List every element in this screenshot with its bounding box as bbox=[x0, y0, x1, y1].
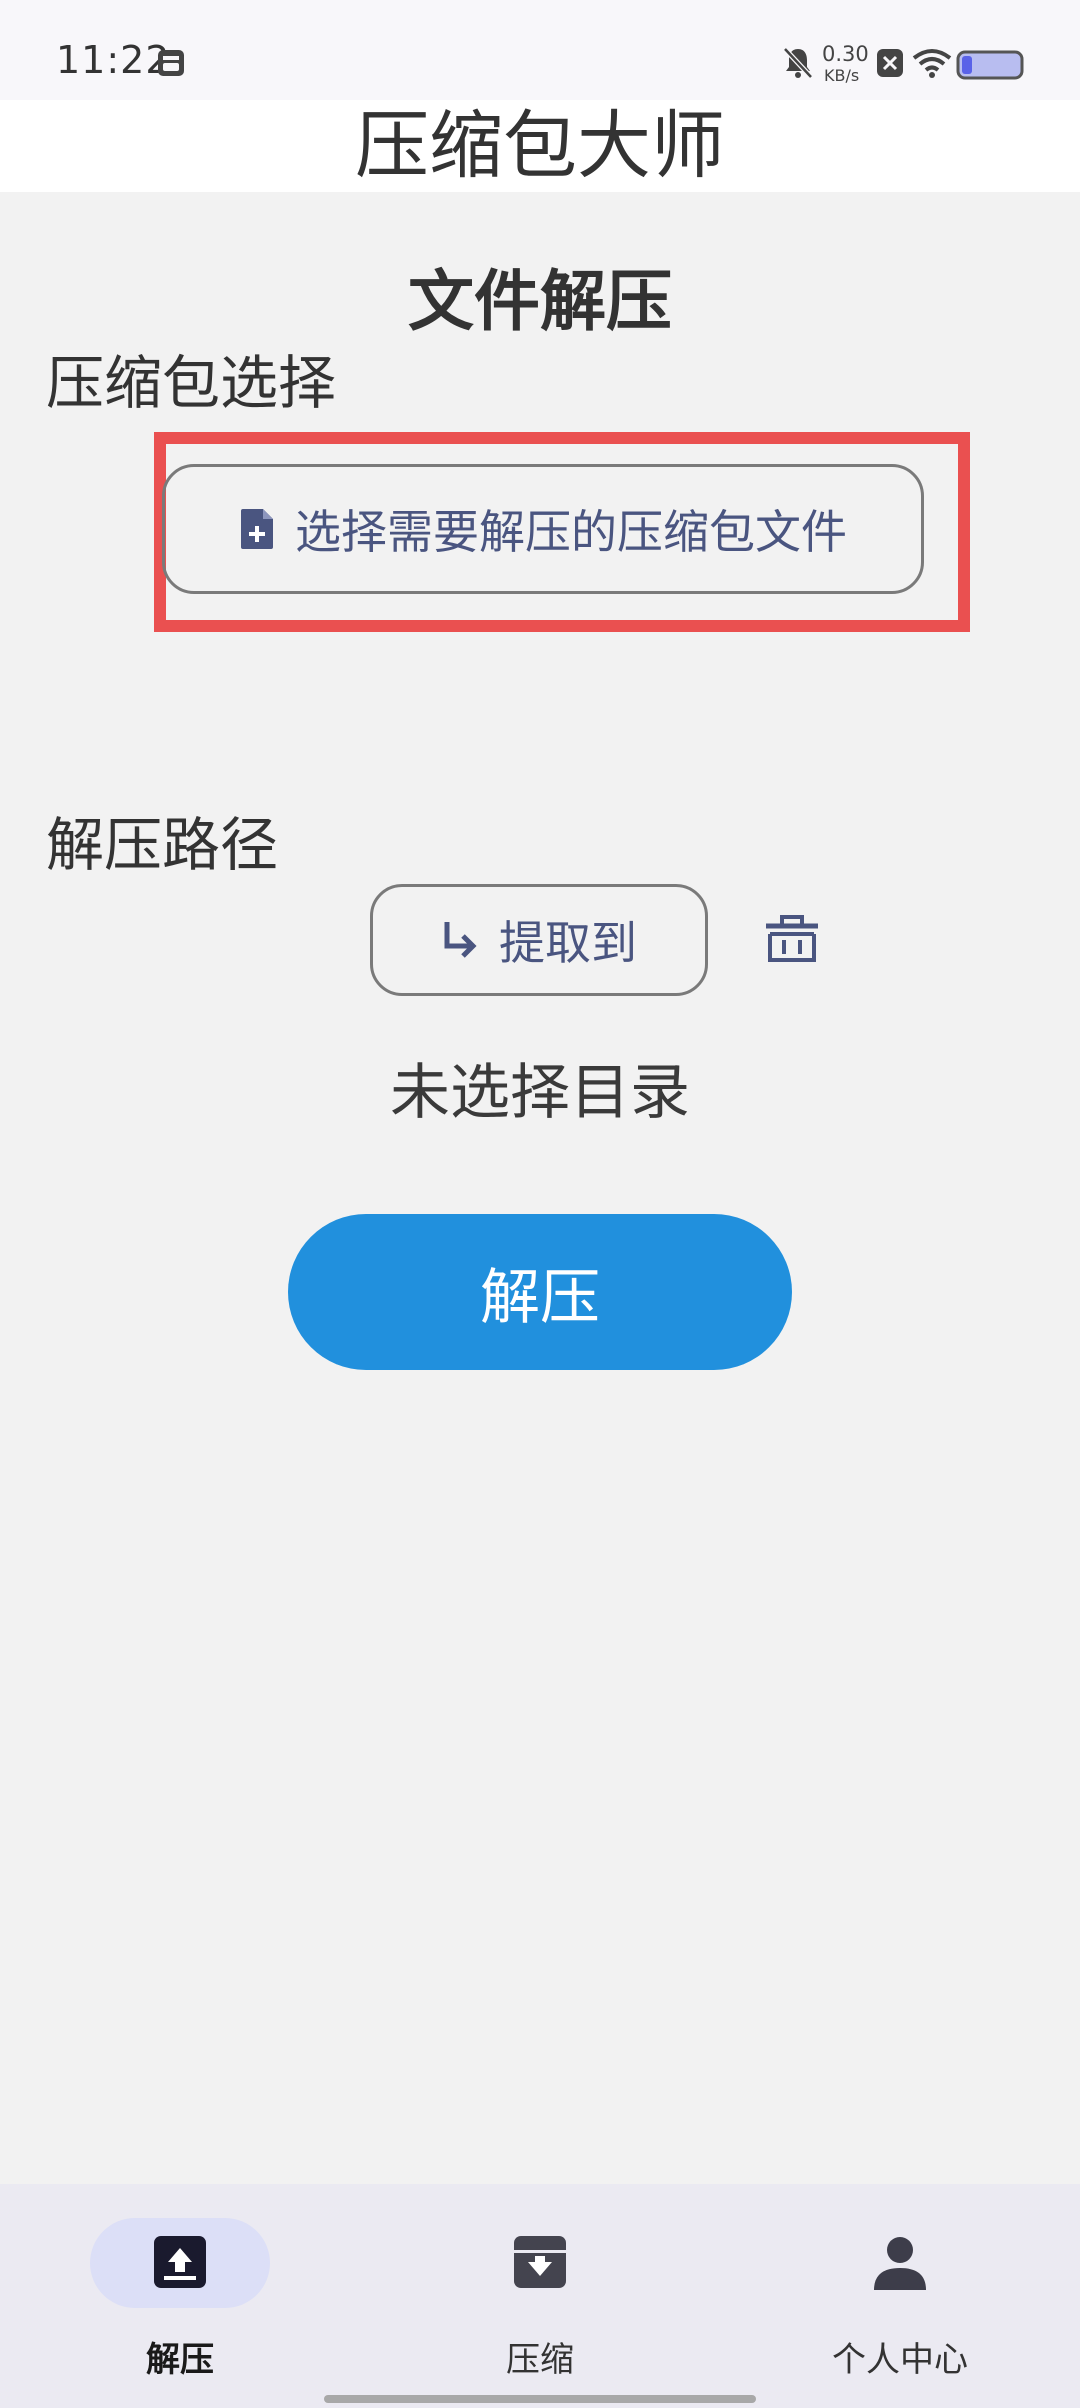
person-icon bbox=[874, 2237, 926, 2290]
selected-directory-text: 未选择目录 bbox=[390, 1058, 690, 1128]
archive-up-icon bbox=[154, 2236, 206, 2288]
nav-item-profile[interactable]: 个人中心 bbox=[720, 2184, 1080, 2384]
subdirectory-arrow-icon bbox=[444, 922, 477, 958]
status-bar: 11:22 0.30 KB/s bbox=[0, 0, 1080, 100]
path-section-label: 解压路径 bbox=[46, 811, 279, 879]
wifi-icon bbox=[912, 49, 952, 78]
clear-path-icon[interactable] bbox=[764, 914, 820, 964]
bottom-nav: 解压 压缩 个人中心 bbox=[0, 2184, 1080, 2408]
file-add-icon bbox=[241, 509, 273, 549]
nav-item-compress[interactable]: 压缩 bbox=[360, 2184, 720, 2384]
net-speed-value: 0.30 bbox=[822, 42, 869, 66]
nav-label-extract: 解压 bbox=[146, 2340, 214, 2380]
nav-item-extract[interactable]: 解压 bbox=[0, 2184, 360, 2384]
home-indicator[interactable] bbox=[324, 2395, 756, 2403]
extract-to-button[interactable]: 提取到 bbox=[370, 884, 708, 996]
mute-bell-icon bbox=[783, 47, 813, 79]
app-header: 压缩包大师 bbox=[0, 100, 1080, 192]
archive-section-label: 压缩包选择 bbox=[46, 349, 337, 417]
status-time: 11:22 bbox=[56, 38, 171, 82]
page-title: 文件解压 bbox=[408, 263, 672, 340]
archive-down-icon bbox=[514, 2236, 566, 2288]
extract-button-label: 解压 bbox=[480, 1262, 600, 1333]
extract-to-button-label: 提取到 bbox=[499, 916, 637, 970]
select-archive-button-label: 选择需要解压的压缩包文件 bbox=[295, 505, 847, 559]
select-archive-button[interactable]: 选择需要解压的压缩包文件 bbox=[162, 464, 924, 594]
notification-box-icon bbox=[158, 50, 184, 76]
extract-button[interactable]: 解压 bbox=[288, 1214, 792, 1370]
nav-label-profile: 个人中心 bbox=[832, 2340, 968, 2380]
nav-label-compress: 压缩 bbox=[506, 2340, 574, 2380]
battery-icon bbox=[956, 50, 1024, 80]
app-title: 压缩包大师 bbox=[355, 103, 725, 189]
close-box-icon bbox=[877, 49, 903, 77]
net-speed-unit: KB/s bbox=[824, 66, 860, 85]
